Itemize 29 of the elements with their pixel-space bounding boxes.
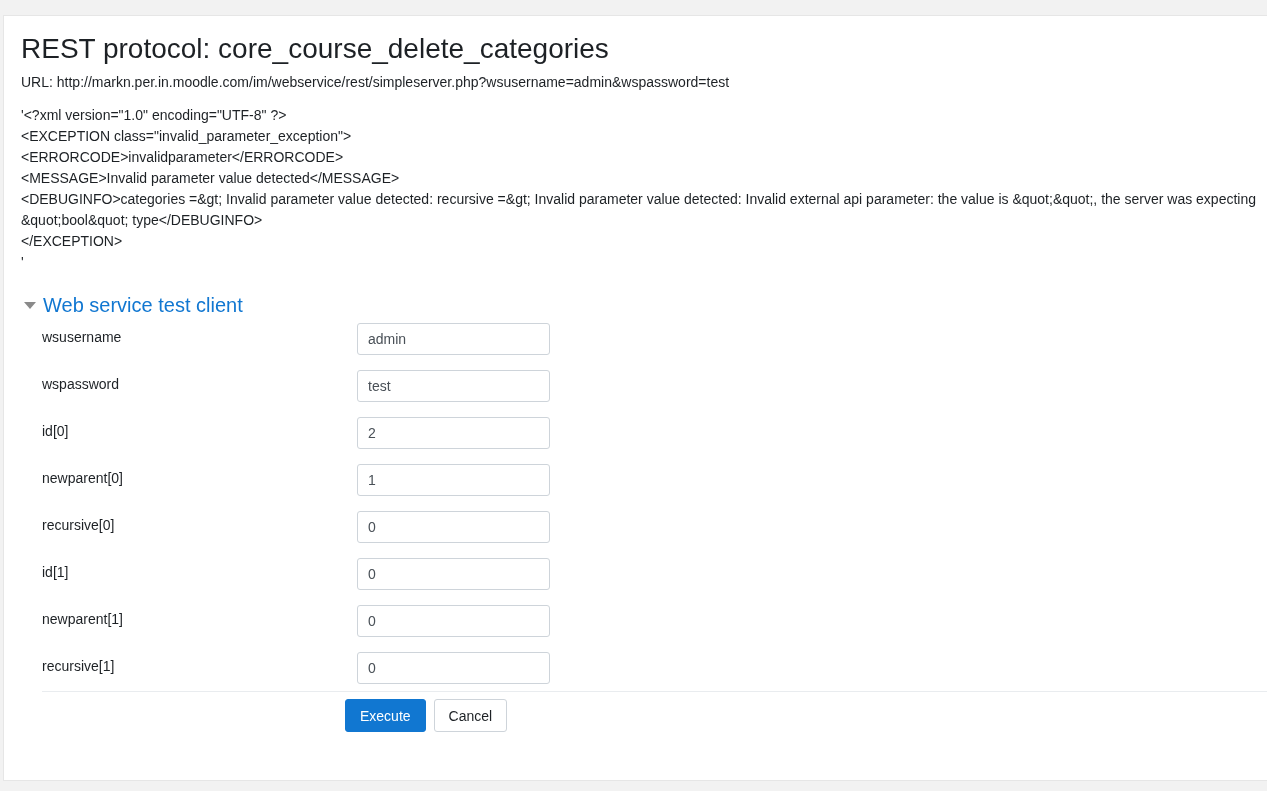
- field-label: recursive[1]: [42, 657, 116, 674]
- field-label: wsusername: [42, 328, 123, 345]
- execute-button[interactable]: Execute: [345, 699, 426, 732]
- caret-icon[interactable]: [24, 301, 36, 309]
- response-line: '<?xml version="1.0" encoding="UTF-8" ?>: [21, 106, 288, 125]
- input-field[interactable]: test: [357, 370, 550, 402]
- section-title[interactable]: Web service test client: [43, 291, 243, 319]
- response-line: <ERRORCODE>invalidparameter</ERRORCODE>: [21, 148, 345, 167]
- field-label: recursive[0]: [42, 516, 116, 533]
- input-field[interactable]: 1: [357, 464, 550, 496]
- field-label: wspassword: [42, 375, 121, 392]
- input-field[interactable]: admin: [357, 323, 550, 355]
- cancel-button[interactable]: Cancel: [433, 699, 508, 732]
- input-field[interactable]: 2: [357, 417, 550, 449]
- url-text: URL: http://markn.per.in.moodle.com/im/webservice/rest/simpleserver.php?wsusername=admin&wspassword=test: [21, 73, 731, 92]
- response-line: </EXCEPTION>: [21, 232, 124, 251]
- input-field[interactable]: 0: [357, 558, 550, 590]
- field-label: newparent[0]: [42, 469, 124, 486]
- input-field[interactable]: 0: [357, 652, 550, 684]
- input-field[interactable]: 0: [357, 605, 550, 637]
- field-label: id[1]: [42, 563, 70, 580]
- input-field[interactable]: 0: [357, 511, 550, 543]
- response-line: ': [21, 253, 25, 272]
- field-label: newparent[1]: [42, 610, 124, 627]
- response-line: <MESSAGE>Invalid parameter value detected</MESSAGE>: [21, 169, 401, 188]
- response-line: <EXCEPTION class="invalid_parameter_exception">: [21, 127, 353, 146]
- response-line: <DEBUGINFO>categories =&gt; Invalid parameter value detected: recursive =&gt; Invalid parameter value detected: Invalid external api parameter: the value is &quot;&quot;, the server was expecting &quot;bool&quot; type</DEBUGINFO>: [21, 190, 1257, 230]
- field-label: id[0]: [42, 422, 70, 439]
- page-title: REST protocol: core_course_delete_categories: [21, 32, 610, 66]
